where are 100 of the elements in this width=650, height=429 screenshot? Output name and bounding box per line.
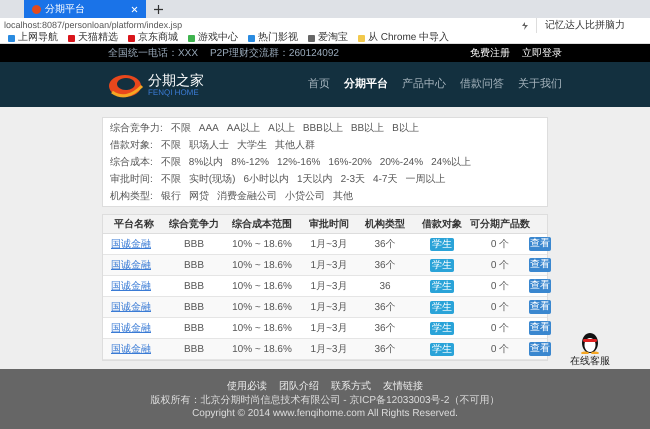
bookmark-item[interactable]: 爱淘宝	[308, 33, 348, 43]
top-link[interactable]: 立即登录	[522, 46, 562, 60]
top-link[interactable]: 免费注册	[470, 46, 510, 60]
filter-label: 借款对象:	[110, 138, 153, 152]
table-cell-text: 1月~3月	[310, 280, 348, 294]
platform-link[interactable]: 国诚金融	[103, 278, 165, 294]
target-tag: 学生	[430, 300, 454, 314]
nav-link[interactable]: 借款问答	[460, 76, 504, 93]
filter-option[interactable]: 小贷公司	[284, 188, 325, 204]
address-field[interactable]: localhost:8087/personloan/platform/index.jsp	[4, 18, 522, 32]
filter-option[interactable]: 12%-16%	[277, 154, 320, 170]
new-tab-icon[interactable]	[154, 5, 163, 14]
table-cell-text: 1月~3月	[310, 258, 348, 272]
platform-link[interactable]: 国诚金融	[103, 258, 165, 272]
nav-link[interactable]: 产品中心	[402, 76, 446, 93]
footer-link[interactable]: 使用必读	[227, 378, 267, 394]
filter-option[interactable]: 不限	[160, 172, 181, 186]
view-button[interactable]: 查看	[529, 342, 551, 356]
filter-option[interactable]: AAA	[198, 120, 219, 136]
nav-link[interactable]: 关于我们	[518, 76, 562, 93]
table-cell-text: 10% ~ 18.6%	[232, 342, 292, 356]
table-cell-text: 0 个	[490, 322, 510, 336]
table-cell-text: BBB	[184, 238, 204, 252]
table-cell-text: BBB	[184, 258, 204, 272]
hotline-text: 全国统一电话：XXX	[108, 46, 198, 60]
filter-option[interactable]: 2-3天	[340, 172, 366, 186]
bookmark-item[interactable]: 游戏中心	[188, 33, 238, 43]
filter-option[interactable]: B以上	[392, 120, 419, 136]
tab-favicon-icon	[32, 4, 41, 14]
footer-link[interactable]: 团队介绍	[279, 378, 319, 394]
table-cell-text: 10% ~ 18.6%	[232, 280, 292, 294]
filter-option[interactable]: 其他人群	[274, 138, 315, 152]
bookmark-item[interactable]: 热门影视	[248, 33, 298, 43]
filter-option[interactable]: 不限	[170, 120, 191, 136]
table-cell-text: 0 个	[490, 280, 510, 294]
column-header: 机构类型	[365, 218, 405, 232]
filter-option[interactable]: BB以上	[350, 120, 384, 136]
filter-option[interactable]: 一周以上	[405, 172, 446, 186]
browser-tab[interactable]: 分期平台	[24, 0, 146, 18]
group-text: P2P理财交流群：260124092	[210, 46, 339, 60]
filter-option[interactable]: AA以上	[226, 120, 260, 136]
footer-link[interactable]: 联系方式	[331, 378, 371, 394]
filter-option[interactable]: 16%-20%	[328, 154, 372, 170]
table-cell-text: 10% ~ 18.6%	[232, 322, 292, 336]
filter-option[interactable]: 不限	[160, 138, 181, 152]
target-tag: 学生	[430, 322, 454, 334]
filter-option[interactable]: 1天以内	[297, 172, 333, 186]
logo-subtitle: FENQI HOME	[148, 88, 200, 97]
filter-option[interactable]: 6小时以内	[243, 172, 290, 186]
filter-option[interactable]: BBB以上	[302, 120, 343, 136]
view-button[interactable]: 查看	[529, 300, 551, 314]
bookmark-item[interactable]: 京东商城	[128, 33, 178, 43]
view-button[interactable]: 查看	[529, 237, 551, 251]
table-cell-text: 0 个	[490, 258, 510, 272]
platform-link[interactable]: 国诚金融	[103, 342, 165, 356]
column-header: 综合竞争力	[169, 217, 219, 232]
view-button[interactable]: 查看	[529, 321, 551, 335]
filter-option[interactable]: 8%-12%	[231, 154, 270, 170]
table-cell-text: 10% ~ 18.6%	[232, 300, 292, 314]
service-label[interactable]: 在线客服	[570, 354, 610, 369]
table-cell-text: BBB	[184, 342, 204, 356]
table-cell-text: 1月~3月	[310, 238, 348, 252]
filter-option[interactable]: 职场人士	[188, 138, 229, 152]
filter-label: 审批时间:	[110, 172, 153, 186]
table-cell-text: 1月~3月	[310, 300, 348, 314]
view-button[interactable]: 查看	[529, 258, 551, 272]
table-cell-text: 36个	[374, 258, 396, 272]
filter-option[interactable]: 20%-24%	[380, 154, 424, 170]
platform-link[interactable]: 国诚金融	[103, 320, 165, 336]
filter-option[interactable]: 其他	[332, 188, 353, 204]
column-header: 可分期产品数	[470, 218, 530, 232]
filter-option[interactable]: 24%以上	[431, 154, 472, 170]
table-cell-text: 10% ~ 18.6%	[232, 258, 292, 272]
table-cell-text: 10% ~ 18.6%	[232, 238, 292, 252]
filter-option[interactable]: 大学生	[236, 138, 267, 152]
view-button[interactable]: 查看	[529, 279, 551, 293]
filter-option[interactable]: 银行	[160, 188, 181, 204]
filter-option[interactable]: 网贷	[188, 188, 209, 204]
close-icon[interactable]	[131, 6, 138, 12]
table-cell-text: 36个	[374, 300, 396, 314]
bookmark-item[interactable]: 从 Chrome 中导入	[358, 33, 450, 43]
bookmark-item[interactable]: 天猫精选	[68, 33, 118, 43]
platform-link[interactable]: 国诚金融	[103, 236, 165, 252]
nav-link[interactable]: 首页	[308, 76, 330, 93]
filter-option[interactable]: 消费金融公司	[216, 188, 277, 204]
filter-option[interactable]: 实时(现场)	[188, 172, 236, 186]
platform-link[interactable]: 国诚金融	[103, 300, 165, 314]
nav-link[interactable]: 分期平台	[344, 76, 388, 93]
column-header: 审批时间	[309, 217, 349, 232]
bookmark-item[interactable]: 上网导航	[8, 33, 58, 43]
filter-option[interactable]: 8%以内	[188, 154, 224, 170]
filter-option[interactable]: 不限	[160, 154, 181, 170]
table-cell-text: 1月~3月	[310, 342, 348, 356]
filter-option[interactable]: 4-7天	[373, 172, 398, 186]
table-cell-text: 0 个	[490, 238, 510, 252]
column-header: 借款对象	[422, 218, 462, 232]
filter-option[interactable]: A以上	[268, 120, 295, 136]
table-cell-text: 1月~3月	[310, 322, 348, 336]
lightning-icon[interactable]	[522, 22, 528, 30]
footer-link[interactable]: 友情链接	[383, 378, 423, 394]
